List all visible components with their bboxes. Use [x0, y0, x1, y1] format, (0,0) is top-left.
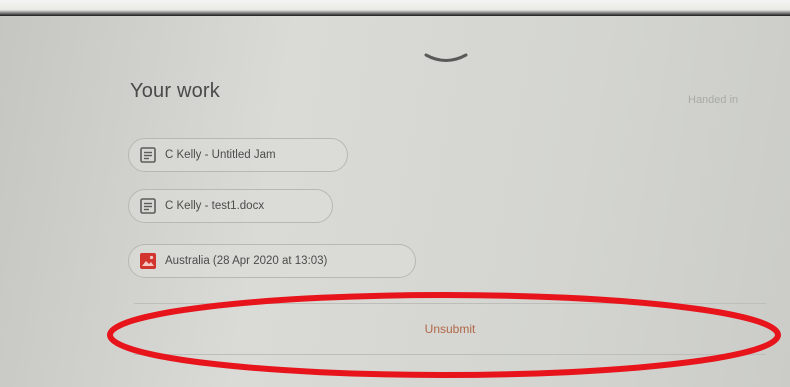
document-icon: [140, 147, 156, 163]
attachment-chip-australia-image[interactable]: Australia (28 Apr 2020 at 13:03): [128, 244, 416, 278]
attachment-label: C Kelly - Untitled Jam: [165, 149, 276, 161]
your-work-title: Your work: [130, 80, 220, 102]
unsubmit-button[interactable]: Unsubmit: [134, 303, 766, 355]
unsubmit-label: Unsubmit: [424, 322, 476, 336]
attachment-label: C Kelly - test1.docx: [165, 200, 265, 212]
document-icon: [140, 198, 156, 214]
attachment-label: Australia (28 Apr 2020 at 13:03): [165, 255, 328, 267]
attachment-chip-test1-docx[interactable]: C Kelly - test1.docx: [128, 189, 333, 223]
chevron-down-icon[interactable]: [424, 52, 468, 66]
image-icon: [140, 253, 156, 269]
attachment-chip-untitled-jam[interactable]: C Kelly - Untitled Jam: [128, 138, 348, 172]
status-badge: Handed in: [688, 94, 739, 106]
